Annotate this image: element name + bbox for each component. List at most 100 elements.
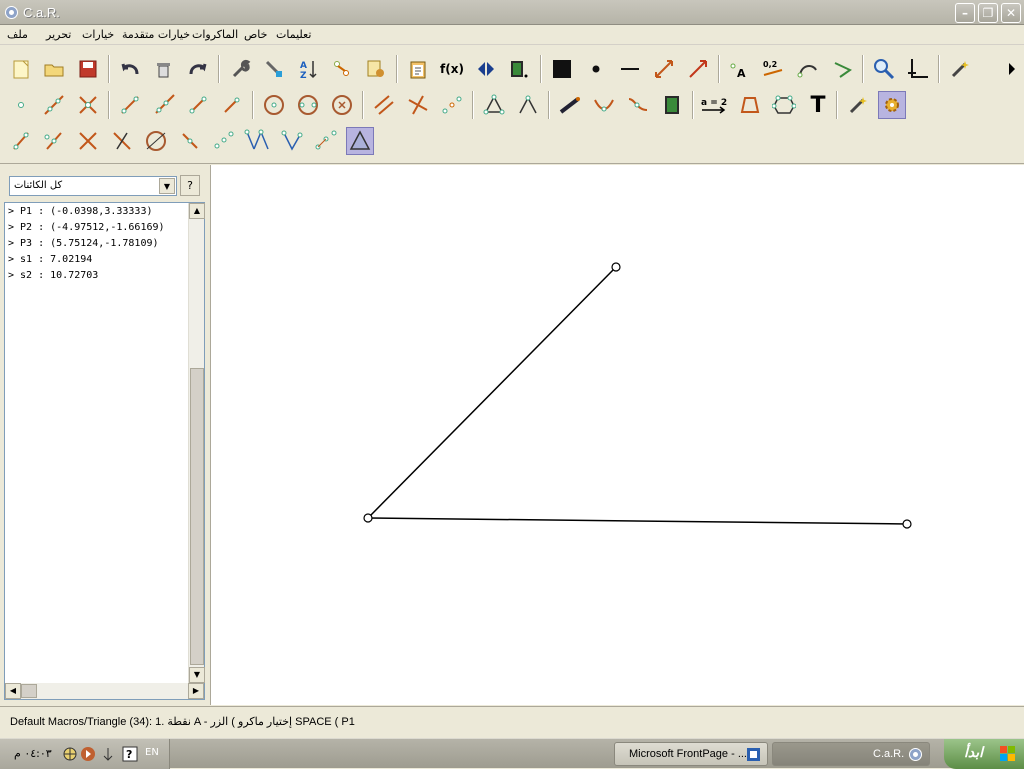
move-tool-icon[interactable] (556, 91, 584, 119)
clock[interactable]: ٠٤:٠٣ م (14, 747, 52, 760)
label-icon[interactable]: A (726, 55, 754, 83)
undo-icon[interactable] (116, 55, 144, 83)
scroll-left-icon[interactable]: ◀ (5, 683, 21, 699)
vector-tool-icon[interactable] (218, 91, 246, 119)
scroll-right-icon[interactable]: ▶ (188, 683, 204, 699)
taskbar-item-frontpage[interactable]: Microsoft FrontPage - ... (614, 742, 768, 766)
arrow-both-icon[interactable] (650, 55, 678, 83)
animation-icon[interactable] (504, 55, 532, 83)
wand-icon[interactable] (946, 55, 974, 83)
value-icon[interactable]: 0,2 (760, 55, 788, 83)
mirror-icon[interactable] (472, 55, 500, 83)
segment-s1[interactable] (367, 266, 617, 519)
point-style-icon[interactable] (582, 55, 610, 83)
macro-tool-4-icon[interactable] (108, 127, 136, 155)
function-icon[interactable]: f(x) (438, 55, 466, 83)
midpoint-tool-icon[interactable] (438, 91, 466, 119)
macro-wand-icon[interactable] (844, 91, 872, 119)
menu-options[interactable]: خيارات (82, 28, 114, 41)
scroll-up-icon[interactable]: ▲ (189, 203, 205, 219)
open-file-icon[interactable] (40, 55, 68, 83)
macro-tool-6-icon[interactable] (176, 127, 204, 155)
segment-s2[interactable] (367, 517, 908, 525)
list-item[interactable]: > P1 : (-0.0398,3.33333) (8, 206, 153, 217)
menu-special[interactable]: خاص (244, 28, 267, 41)
triangle-macro-icon[interactable] (346, 127, 374, 155)
macro-tool-1-icon[interactable] (7, 127, 35, 155)
list-item[interactable]: > s1 : 7.02194 (8, 254, 92, 265)
delete-icon[interactable] (150, 55, 178, 83)
save-file-icon[interactable] (74, 55, 102, 83)
menu-file[interactable]: ملف (7, 28, 28, 41)
horizontal-scrollbar[interactable]: ◀ ▶ (5, 683, 204, 699)
more-tools-arrow-icon[interactable] (998, 55, 1024, 83)
function-graph-icon[interactable] (624, 91, 652, 119)
menu-macros[interactable]: الماكروات (192, 28, 238, 41)
list-item[interactable]: > s2 : 10.72703 (8, 270, 98, 281)
scroll-down-icon[interactable]: ▼ (189, 667, 205, 683)
list-item[interactable]: > P3 : (5.75124,-1.78109) (8, 238, 159, 249)
sort-az-icon[interactable]: AZ (294, 55, 322, 83)
polygon-tool-icon[interactable] (770, 91, 798, 119)
paint-icon[interactable] (260, 55, 288, 83)
menu-advanced-options[interactable]: خيارات متقدمة (122, 28, 190, 41)
animate-tool-icon[interactable] (658, 91, 686, 119)
polygon-intersect-icon[interactable] (480, 91, 508, 119)
text-tool-icon[interactable]: T (804, 91, 832, 119)
macro-tool-9-icon[interactable] (278, 127, 306, 155)
point-p2[interactable] (363, 513, 373, 523)
wrench-icon[interactable] (226, 55, 254, 83)
arrow-icon[interactable] (684, 55, 712, 83)
parallel-tool-icon[interactable] (370, 91, 398, 119)
line-style-icon[interactable] (616, 55, 644, 83)
point-tool-icon[interactable] (7, 91, 35, 119)
intersection-tool-icon[interactable] (74, 91, 102, 119)
macro-tool-2-icon[interactable] (40, 127, 68, 155)
fixed-segment-tool-icon[interactable] (184, 91, 212, 119)
angle-bisector-icon[interactable] (514, 91, 542, 119)
list-item[interactable]: > P2 : (-4.97512,-1.66169) (8, 222, 165, 233)
menu-edit[interactable]: تحرير (46, 28, 71, 41)
macro-tool-7-icon[interactable] (210, 127, 238, 155)
new-file-icon[interactable] (7, 55, 35, 83)
point-p3[interactable] (902, 519, 912, 529)
macro-tool-10-icon[interactable] (312, 127, 340, 155)
menu-help[interactable]: تعليمات (276, 28, 311, 41)
restore-button[interactable]: ❐ (978, 3, 998, 23)
media-icon[interactable] (80, 746, 96, 762)
settings-doc-icon[interactable] (362, 55, 390, 83)
macro-tool-8-icon[interactable] (244, 127, 272, 155)
segment-tool-icon[interactable] (116, 91, 144, 119)
fill-black-icon[interactable] (548, 55, 576, 83)
perpendicular-tool-icon[interactable] (404, 91, 432, 119)
circle-tool-icon[interactable] (260, 91, 288, 119)
redo-icon[interactable] (184, 55, 212, 83)
globe-icon[interactable] (62, 746, 78, 762)
locus-tool-icon[interactable] (590, 91, 618, 119)
language-indicator[interactable]: EN (145, 747, 159, 758)
scrollbar-thumb[interactable] (21, 684, 37, 698)
vertical-scrollbar[interactable]: ▲ ▼ (188, 203, 205, 683)
minimize-button[interactable]: – (955, 3, 975, 23)
angle-icon[interactable] (828, 55, 856, 83)
axes-icon[interactable] (904, 55, 932, 83)
point-p1[interactable] (611, 262, 621, 272)
ray-tool-icon[interactable] (150, 91, 178, 119)
expression-tool-icon[interactable]: a = 2 (700, 91, 728, 119)
update-icon[interactable] (100, 746, 116, 762)
trace-icon[interactable] (328, 55, 356, 83)
zoom-icon[interactable] (870, 55, 898, 83)
close-button[interactable]: ✕ (1001, 3, 1021, 23)
quadrilateral-icon[interactable] (736, 91, 764, 119)
object-filter-select[interactable]: كل الكائنات ▼ (9, 176, 177, 196)
fixed-circle-tool-icon[interactable] (328, 91, 356, 119)
macro-tool-5-icon[interactable] (142, 127, 170, 155)
line-tool-icon[interactable] (40, 91, 68, 119)
chevron-down-icon[interactable]: ▼ (159, 178, 175, 194)
taskbar-item-car[interactable]: C.a.R. (772, 742, 930, 766)
scrollbar-thumb[interactable] (190, 368, 204, 665)
start-button[interactable]: ابدأ (944, 739, 1024, 769)
objects-list[interactable]: > P1 : (-0.0398,3.33333) > P2 : (-4.9751… (4, 202, 205, 700)
circle-three-points-icon[interactable] (294, 91, 322, 119)
clipboard-icon[interactable] (404, 55, 432, 83)
